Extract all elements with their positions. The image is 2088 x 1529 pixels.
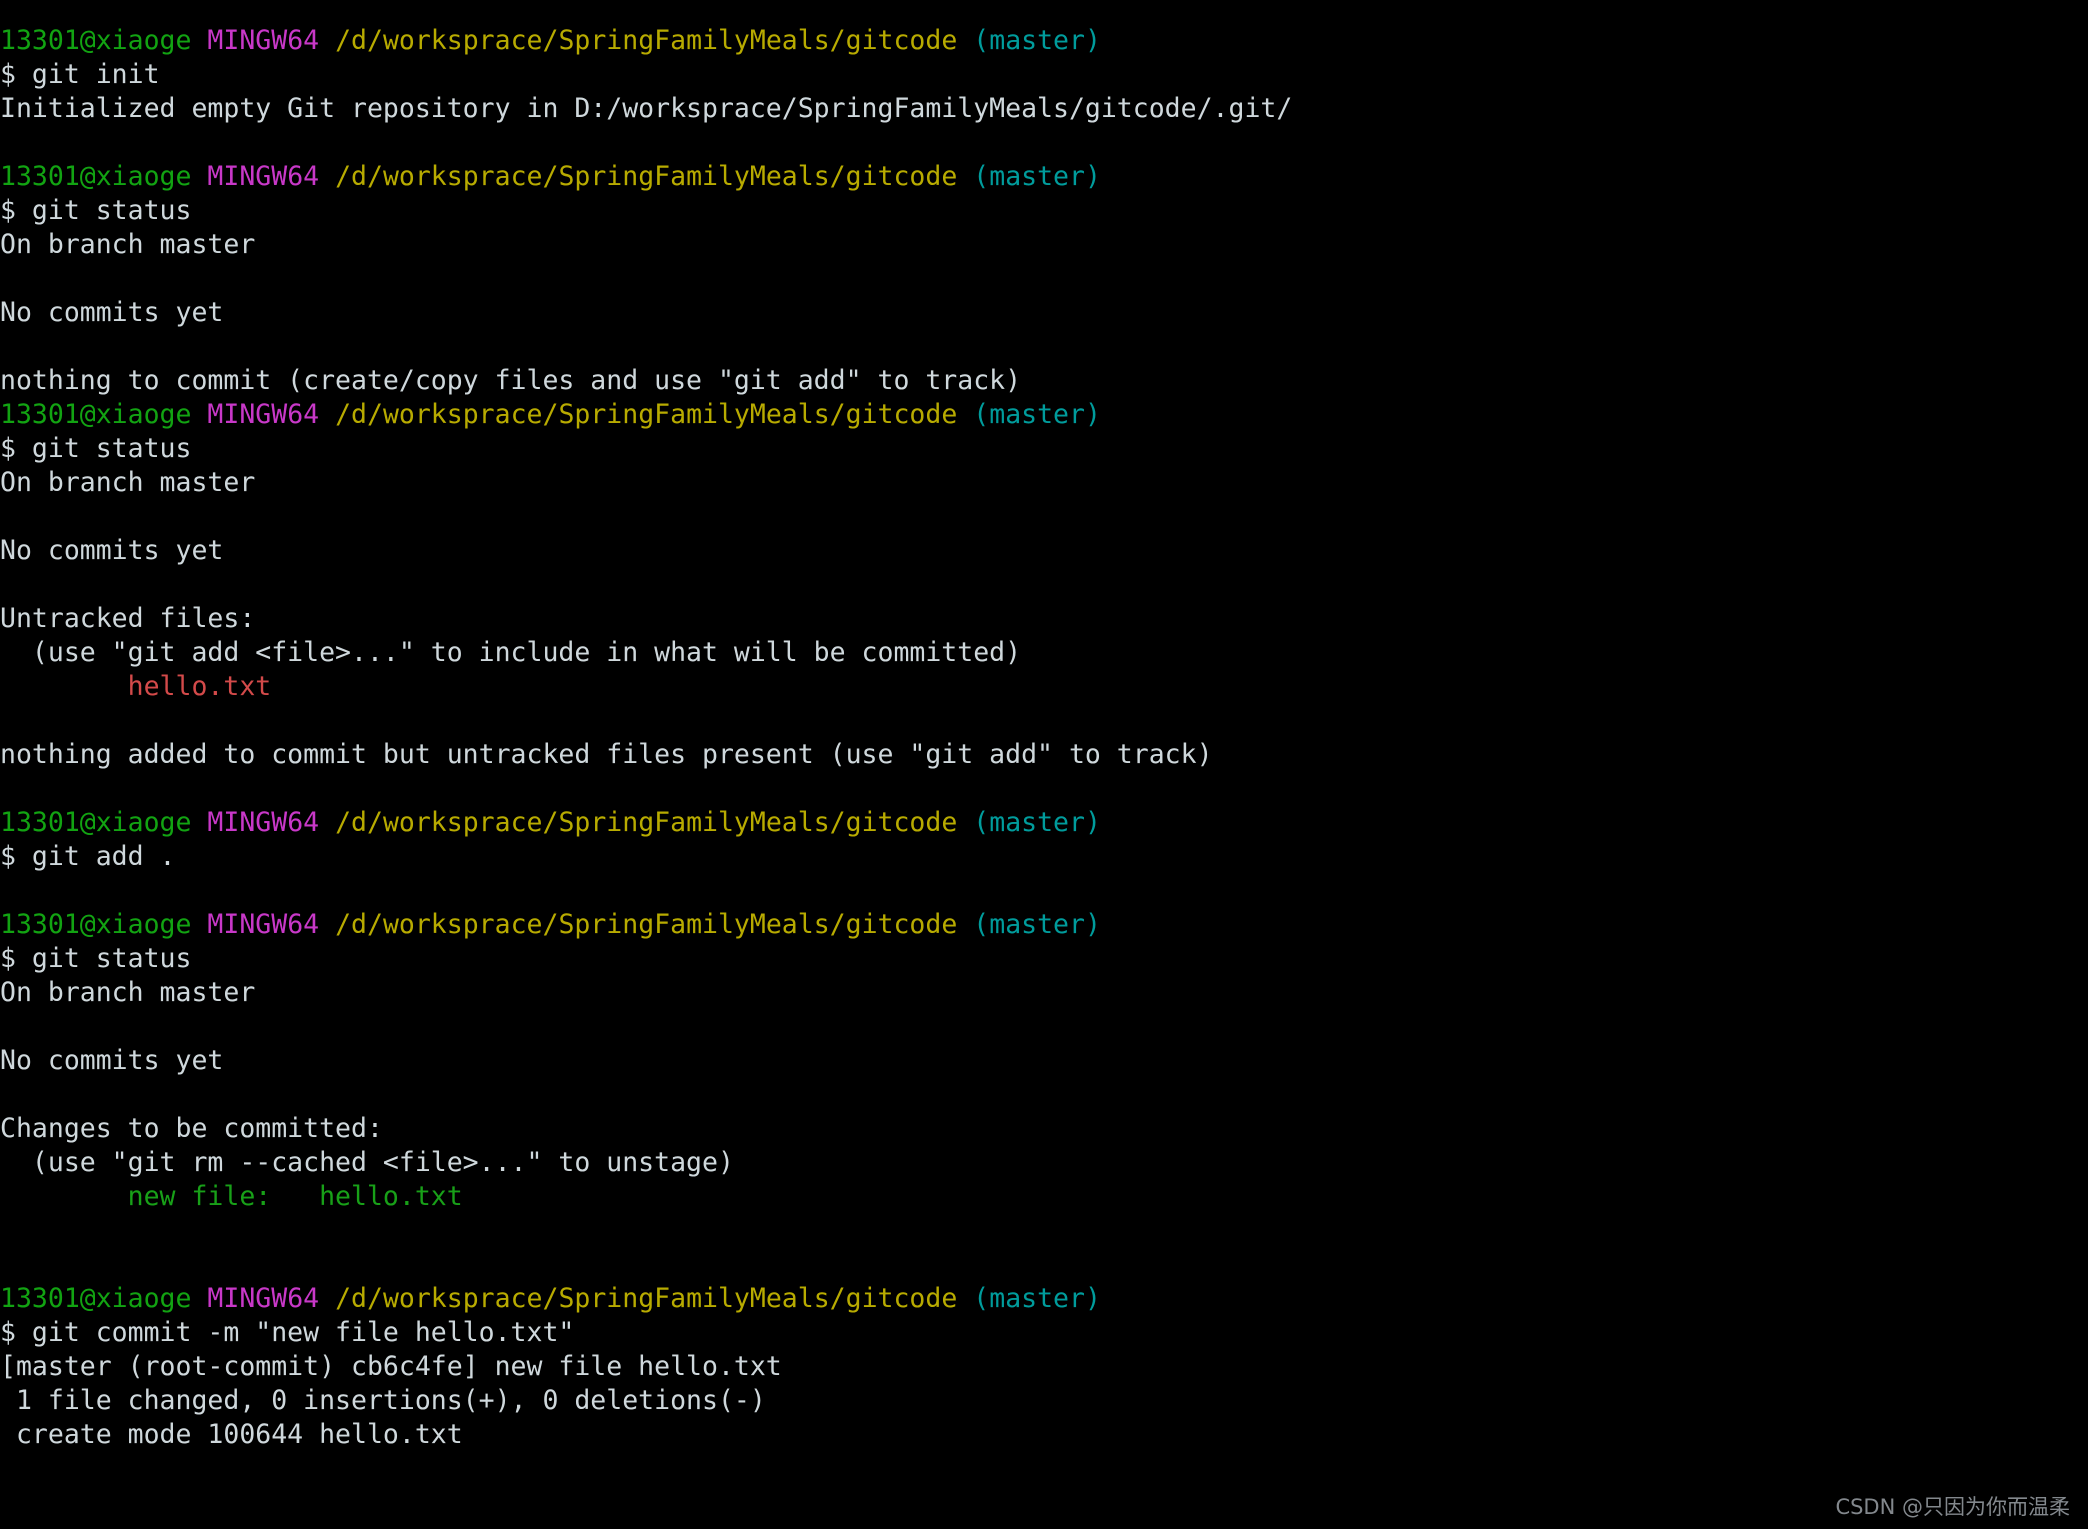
output-text: No commits yet xyxy=(0,297,223,328)
terminal-blank-line xyxy=(0,126,2088,160)
prompt-host: MINGW64 xyxy=(207,1283,319,1314)
prompt-branch: (master) xyxy=(973,161,1101,192)
terminal-blank-line xyxy=(0,330,2088,364)
prompt-user: 13301@xiaoge xyxy=(0,1283,191,1314)
terminal-prompt-line: 13301@xiaoge MINGW64 /d/worksprace/Sprin… xyxy=(0,806,2088,840)
output-text: nothing added to commit but untracked fi… xyxy=(0,739,1213,770)
output-text: On branch master xyxy=(0,229,255,260)
output-text: (use "git add <file>..." to include in w… xyxy=(0,637,1021,668)
prompt-path: /d/worksprace/SpringFamilyMeals/gitcode xyxy=(335,1283,957,1314)
prompt-host: MINGW64 xyxy=(207,807,319,838)
prompt-user: 13301@xiaoge xyxy=(0,161,191,192)
terminal-staged-file-line: new file: hello.txt xyxy=(0,1180,2088,1214)
prompt-path: /d/worksprace/SpringFamilyMeals/gitcode xyxy=(335,161,957,192)
terminal-command-line: $ git status xyxy=(0,432,2088,466)
terminal-output-line: Initialized empty Git repository in D:/w… xyxy=(0,92,2088,126)
terminal-output-area[interactable]: 13301@xiaoge MINGW64 /d/worksprace/Sprin… xyxy=(0,24,2088,1452)
output-text: No commits yet xyxy=(0,1045,223,1076)
output-text: No commits yet xyxy=(0,535,223,566)
terminal-blank-line xyxy=(0,772,2088,806)
output-text: On branch master xyxy=(0,467,255,498)
terminal-blank-line xyxy=(0,1010,2088,1044)
prompt-host: MINGW64 xyxy=(207,399,319,430)
terminal-output-line: create mode 100644 hello.txt xyxy=(0,1418,2088,1452)
terminal-prompt-line: 13301@xiaoge MINGW64 /d/worksprace/Sprin… xyxy=(0,1282,2088,1316)
terminal-command-line: $ git status xyxy=(0,942,2088,976)
terminal-blank-line xyxy=(0,704,2088,738)
terminal-output-line: On branch master xyxy=(0,976,2088,1010)
output-text: (use "git rm --cached <file>..." to unst… xyxy=(0,1147,734,1178)
prompt-host: MINGW64 xyxy=(207,25,319,56)
terminal-blank-line xyxy=(0,1214,2088,1248)
terminal-command-line: $ git init xyxy=(0,58,2088,92)
terminal-command-line: $ git add . xyxy=(0,840,2088,874)
terminal-window[interactable]: 13301@xiaoge MINGW64 /d/worksprace/Sprin… xyxy=(0,0,2088,1529)
terminal-output-line: No commits yet xyxy=(0,1044,2088,1078)
terminal-blank-line xyxy=(0,1078,2088,1112)
prompt-user: 13301@xiaoge xyxy=(0,399,191,430)
command-text: $ git add . xyxy=(0,841,176,872)
output-text: Untracked files: xyxy=(0,603,255,634)
prompt-path: /d/worksprace/SpringFamilyMeals/gitcode xyxy=(335,399,957,430)
command-text: $ git status xyxy=(0,195,191,226)
terminal-blank-line xyxy=(0,500,2088,534)
output-text: Changes to be committed: xyxy=(0,1113,383,1144)
terminal-blank-line xyxy=(0,262,2088,296)
terminal-prompt-line: 13301@xiaoge MINGW64 /d/worksprace/Sprin… xyxy=(0,908,2088,942)
terminal-command-line: $ git commit -m "new file hello.txt" xyxy=(0,1316,2088,1350)
prompt-branch: (master) xyxy=(973,399,1101,430)
terminal-output-line: Changes to be committed: xyxy=(0,1112,2088,1146)
csdn-watermark: CSDN @只因为你而温柔 xyxy=(1835,1491,2070,1521)
terminal-blank-line xyxy=(0,568,2088,602)
terminal-command-line: $ git status xyxy=(0,194,2088,228)
terminal-untracked-file-line: hello.txt xyxy=(0,670,2088,704)
output-text: Initialized empty Git repository in D:/w… xyxy=(0,93,1292,124)
terminal-blank-line xyxy=(0,1248,2088,1282)
prompt-branch: (master) xyxy=(973,909,1101,940)
untracked-file-name: hello.txt xyxy=(0,671,271,702)
terminal-output-line: No commits yet xyxy=(0,296,2088,330)
terminal-output-line: [master (root-commit) cb6c4fe] new file … xyxy=(0,1350,2088,1384)
terminal-output-line: (use "git rm --cached <file>..." to unst… xyxy=(0,1146,2088,1180)
output-text: nothing to commit (create/copy files and… xyxy=(0,365,1021,396)
terminal-output-line: nothing added to commit but untracked fi… xyxy=(0,738,2088,772)
terminal-output-line: On branch master xyxy=(0,228,2088,262)
prompt-branch: (master) xyxy=(973,1283,1101,1314)
terminal-blank-line xyxy=(0,874,2088,908)
prompt-path: /d/worksprace/SpringFamilyMeals/gitcode xyxy=(335,807,957,838)
output-text: On branch master xyxy=(0,977,255,1008)
prompt-host: MINGW64 xyxy=(207,909,319,940)
command-text: $ git status xyxy=(0,433,191,464)
output-text: create mode 100644 hello.txt xyxy=(0,1419,463,1450)
prompt-user: 13301@xiaoge xyxy=(0,909,191,940)
terminal-output-line: (use "git add <file>..." to include in w… xyxy=(0,636,2088,670)
prompt-branch: (master) xyxy=(973,25,1101,56)
prompt-path: /d/worksprace/SpringFamilyMeals/gitcode xyxy=(335,909,957,940)
output-text: [master (root-commit) cb6c4fe] new file … xyxy=(0,1351,782,1382)
prompt-host: MINGW64 xyxy=(207,161,319,192)
prompt-user: 13301@xiaoge xyxy=(0,807,191,838)
terminal-prompt-line: 13301@xiaoge MINGW64 /d/worksprace/Sprin… xyxy=(0,24,2088,58)
terminal-output-line: No commits yet xyxy=(0,534,2088,568)
terminal-prompt-line: 13301@xiaoge MINGW64 /d/worksprace/Sprin… xyxy=(0,160,2088,194)
command-text: $ git init xyxy=(0,59,160,90)
terminal-output-line: 1 file changed, 0 insertions(+), 0 delet… xyxy=(0,1384,2088,1418)
staged-file-name: new file: hello.txt xyxy=(0,1181,463,1212)
prompt-branch: (master) xyxy=(973,807,1101,838)
terminal-output-line: On branch master xyxy=(0,466,2088,500)
output-text: 1 file changed, 0 insertions(+), 0 delet… xyxy=(0,1385,766,1416)
command-text: $ git commit -m "new file hello.txt" xyxy=(0,1317,574,1348)
terminal-prompt-line: 13301@xiaoge MINGW64 /d/worksprace/Sprin… xyxy=(0,398,2088,432)
prompt-user: 13301@xiaoge xyxy=(0,25,191,56)
terminal-output-line: Untracked files: xyxy=(0,602,2088,636)
terminal-output-line: nothing to commit (create/copy files and… xyxy=(0,364,2088,398)
command-text: $ git status xyxy=(0,943,191,974)
prompt-path: /d/worksprace/SpringFamilyMeals/gitcode xyxy=(335,25,957,56)
